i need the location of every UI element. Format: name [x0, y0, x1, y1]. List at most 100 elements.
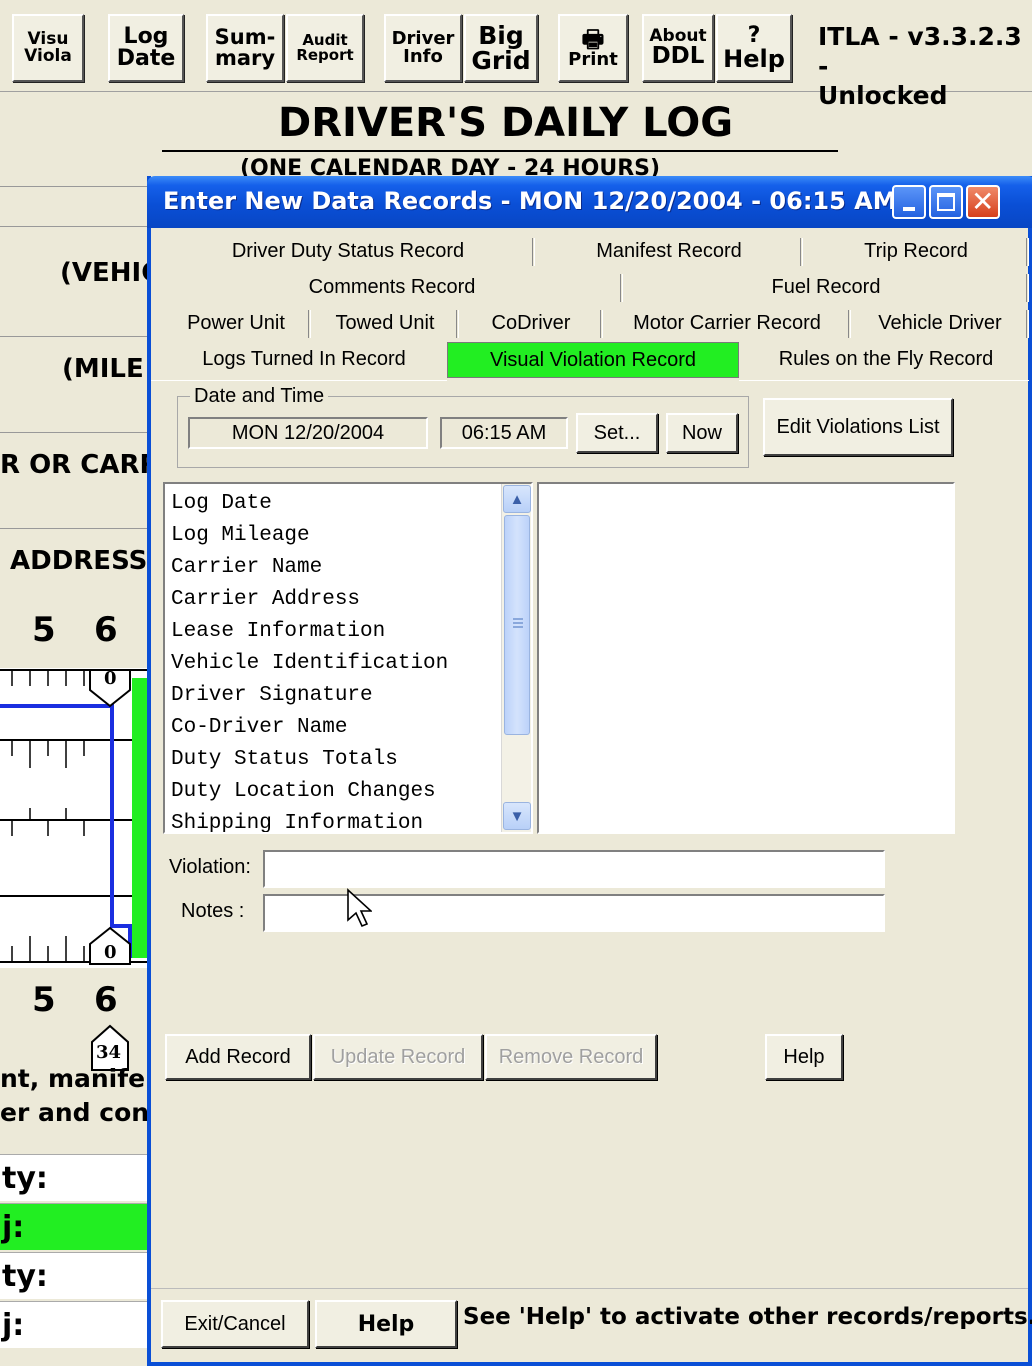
form-rule — [0, 226, 148, 227]
button-label: Report — [296, 46, 354, 64]
tab-label: Towed Unit — [335, 311, 435, 334]
summary-toolbar-button[interactable]: Sum- mary — [206, 14, 284, 82]
odometer-marker-label: 34 — [96, 1042, 122, 1063]
tab-label: Visual Violation Record — [489, 348, 697, 371]
about-ddl-toolbar-button[interactable]: About DDL — [642, 14, 714, 82]
minimize-button[interactable] — [892, 185, 926, 219]
version-label: ITLA - v3.3.2.3 - — [818, 22, 1022, 81]
audit-report-toolbar-button[interactable]: Audit Report — [286, 14, 364, 82]
pointer-graphic — [347, 888, 374, 928]
list-item[interactable]: Carrier Name — [171, 556, 322, 579]
summary-row: j: — [0, 1203, 148, 1250]
list-item[interactable]: Vehicle Identification — [171, 652, 448, 675]
title-rule — [162, 150, 838, 152]
tab-label: Logs Turned In Record — [202, 347, 406, 370]
lock-status-label: Unlocked — [818, 81, 948, 110]
close-icon: ✕ — [971, 185, 995, 218]
list-item[interactable]: Co-Driver Name — [171, 716, 347, 739]
big-grid-toolbar-button[interactable]: Big Grid — [464, 14, 538, 82]
print-toolbar-button[interactable]: 🖶 Print — [558, 14, 628, 82]
maximize-button[interactable] — [929, 185, 963, 219]
scroll-thumb[interactable] — [504, 515, 530, 735]
minimize-icon — [903, 207, 915, 211]
help-question-icon: ? — [747, 23, 761, 48]
hour-label: 5 — [32, 980, 56, 1020]
button-label: Print — [568, 49, 618, 70]
list-item[interactable]: Carrier Address — [171, 588, 360, 611]
set-time-button[interactable]: Set... — [576, 413, 658, 453]
violation-field[interactable] — [263, 850, 885, 888]
dialog-title: Enter New Data Records - MON 12/20/2004 … — [163, 187, 897, 215]
start-marker-label: 0 — [104, 668, 117, 689]
maximize-icon — [937, 193, 955, 211]
tab-trip-record[interactable]: Trip Record — [803, 234, 1029, 268]
duty-status-grid: 0 0 — [0, 668, 148, 968]
carrier-label: R OR CARR — [0, 450, 148, 480]
tab-label: Trip Record — [864, 239, 968, 262]
list-item[interactable]: Log Date — [171, 492, 272, 515]
tab-power-unit[interactable]: Power Unit — [161, 306, 311, 340]
version-status: ITLA - v3.3.2.3 - Unlocked — [818, 22, 1032, 111]
mouse-pointer-icon — [346, 888, 374, 933]
help-button[interactable]: Help — [765, 1034, 843, 1080]
tab-manifest-record[interactable]: Manifest Record — [535, 234, 803, 268]
status-message: See 'Help' to activate other records/rep… — [463, 1304, 1032, 1330]
update-record-button[interactable]: Update Record — [313, 1034, 483, 1080]
form-rule — [0, 186, 148, 187]
remarks-line: nt, manife — [0, 1064, 146, 1093]
add-record-button[interactable]: Add Record — [165, 1034, 311, 1080]
tab-fuel-record[interactable]: Fuel Record — [623, 270, 1029, 304]
tab-logs-turned-in-record[interactable]: Logs Turned In Record — [161, 342, 447, 376]
list-item[interactable]: Duty Status Totals — [171, 748, 398, 771]
printer-icon: 🖶 — [581, 25, 605, 53]
tab-comments-record[interactable]: Comments Record — [161, 270, 623, 304]
tab-label: CoDriver — [491, 311, 571, 334]
enter-new-data-records-dialog: Enter New Data Records - MON 12/20/2004 … — [147, 176, 1032, 1366]
summary-row: ty: — [0, 1252, 148, 1299]
footer-help-button[interactable]: Help — [315, 1300, 457, 1348]
close-button[interactable]: ✕ — [966, 185, 1000, 219]
log-title: DRIVER'S DAILY LOG — [278, 100, 734, 146]
tab-motor-carrier-record[interactable]: Motor Carrier Record — [603, 306, 851, 340]
tab-label: Comments Record — [308, 275, 476, 298]
list-scrollbar[interactable]: ▲ ▼ — [501, 484, 531, 832]
log-date-toolbar-button[interactable]: Log Date — [108, 14, 184, 82]
remarks-line: er and con — [0, 1098, 148, 1127]
violation-detail-list[interactable] — [537, 482, 955, 834]
tab-visual-violation-record[interactable]: Visual Violation Record — [447, 342, 739, 378]
help-toolbar-button[interactable]: ? Help — [716, 14, 792, 82]
address-label: ADDRESS — [10, 546, 148, 576]
driver-info-toolbar-button[interactable]: Driver Info — [384, 14, 462, 82]
form-rule — [0, 528, 148, 529]
main-toolbar: Visu Viola Log Date Sum- mary Audit Repo… — [0, 0, 1032, 110]
tab-driver-duty-status-record[interactable]: Driver Duty Status Record — [161, 234, 535, 268]
exit-cancel-button[interactable]: Exit/Cancel — [161, 1300, 309, 1348]
edit-violations-list-button[interactable]: Edit Violations List — [763, 398, 953, 456]
tab-vehicle-driver[interactable]: Vehicle Driver — [851, 306, 1029, 340]
tab-label: Rules on the Fly Record — [778, 347, 994, 370]
button-label: Info — [403, 46, 443, 67]
button-label: Sum- — [214, 25, 276, 49]
tab-codriver[interactable]: CoDriver — [459, 306, 603, 340]
scroll-up-icon[interactable]: ▲ — [503, 485, 531, 513]
list-item[interactable]: Duty Location Changes — [171, 780, 436, 803]
now-button[interactable]: Now — [666, 413, 738, 453]
dialog-titlebar[interactable]: Enter New Data Records - MON 12/20/2004 … — [147, 176, 1032, 228]
tab-rules-on-the-fly-record[interactable]: Rules on the Fly Record — [743, 342, 1029, 376]
list-item[interactable]: Driver Signature — [171, 684, 373, 707]
button-label: Log — [123, 24, 169, 49]
summary-row: j: — [0, 1301, 148, 1348]
list-item[interactable]: Shipping Information — [171, 812, 423, 832]
visual-violation-toolbar-button[interactable]: Visu Viola — [12, 14, 84, 82]
violation-label: Violation: — [169, 856, 251, 878]
tab-towed-unit[interactable]: Towed Unit — [311, 306, 459, 340]
tab-label: Power Unit — [187, 311, 285, 334]
violation-list[interactable]: Log Date Log Mileage Carrier Name Carrie… — [163, 482, 533, 834]
remove-record-button[interactable]: Remove Record — [485, 1034, 657, 1080]
form-rule — [0, 432, 148, 433]
list-item[interactable]: Log Mileage — [171, 524, 310, 547]
mileage-label: (MILE — [62, 354, 144, 384]
scroll-down-icon[interactable]: ▼ — [503, 802, 531, 830]
hour-label: 5 — [32, 610, 56, 650]
list-item[interactable]: Lease Information — [171, 620, 385, 643]
